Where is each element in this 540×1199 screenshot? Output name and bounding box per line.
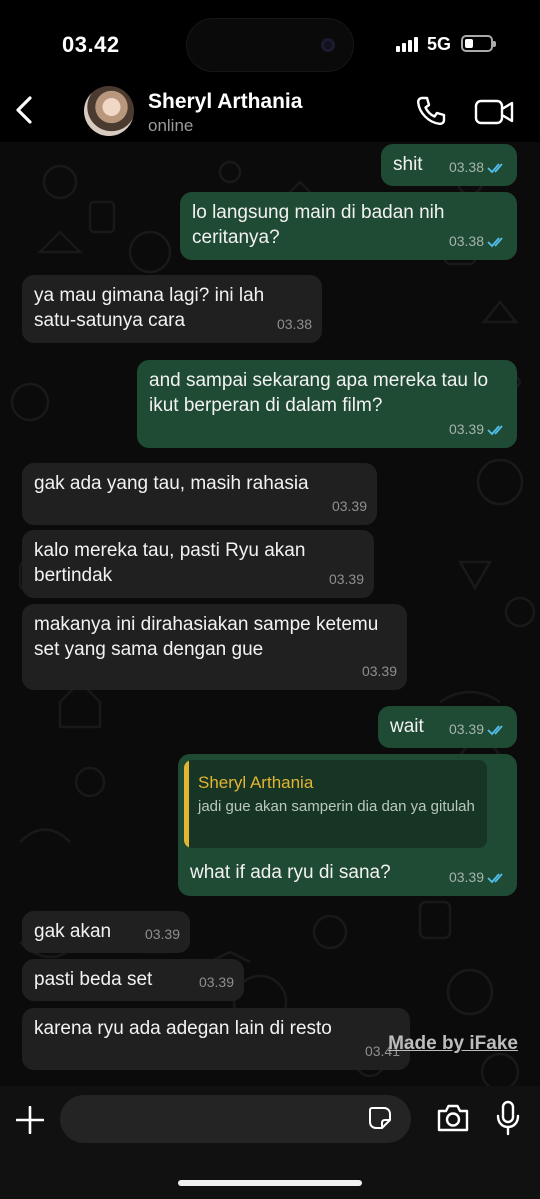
- message-text: ya mau gimana lagi? ini lah satu-satunya…: [34, 285, 265, 331]
- message-meta: 03.38: [277, 312, 312, 337]
- message-time: 03.39: [448, 721, 484, 737]
- camera-icon[interactable]: [436, 1103, 470, 1133]
- quoted-message[interactable]: Sheryl Arthania jadi gue akan samperin d…: [184, 760, 487, 848]
- message-text: karena ryu ada adegan lain di resto: [34, 1018, 332, 1039]
- message-outgoing[interactable]: wait 03.39: [378, 706, 517, 748]
- message-text: lo langsung main di badan nih ceritanya?: [192, 202, 445, 248]
- message-time: 03.38: [448, 233, 484, 249]
- message-meta: 03.39: [145, 922, 180, 947]
- read-receipt-icon: [487, 424, 503, 435]
- message-outgoing[interactable]: lo langsung main di badan nih ceritanya?…: [180, 192, 517, 260]
- message-time: 03.39: [328, 571, 364, 587]
- message-text: kalo mereka tau, pasti Ryu akan bertinda…: [34, 540, 306, 586]
- message-incoming[interactable]: gak akan 03.39: [22, 911, 190, 953]
- quoted-text: jadi gue akan samperin dia dan ya gitula…: [198, 798, 475, 815]
- message-outgoing-with-reply[interactable]: Sheryl Arthania jadi gue akan samperin d…: [178, 754, 517, 896]
- message-text: shit: [393, 154, 423, 175]
- message-meta: 03.39: [329, 567, 364, 592]
- message-meta: 03.39: [362, 659, 397, 684]
- read-receipt-icon: [487, 236, 503, 247]
- home-indicator[interactable]: [178, 1180, 362, 1186]
- message-meta: 03.39: [449, 865, 507, 890]
- back-chevron-icon[interactable]: [10, 92, 40, 128]
- message-text: wait: [390, 716, 424, 737]
- message-text: what if ada ryu di sana?: [190, 862, 391, 883]
- contact-avatar[interactable]: [84, 86, 134, 136]
- message-text: makanya ini dirahasiakan sampe ketemu se…: [34, 614, 379, 660]
- message-incoming[interactable]: pasti beda set 03.39: [22, 959, 244, 1001]
- front-camera-icon: [321, 38, 335, 52]
- phone-icon[interactable]: [414, 94, 448, 128]
- quote-accent-bar: [184, 760, 189, 848]
- message-text: gak ada yang tau, masih rahasia: [34, 473, 309, 494]
- message-outgoing[interactable]: and sampai sekarang apa mereka tau lo ik…: [137, 360, 517, 448]
- message-time: 03.39: [198, 974, 234, 990]
- message-time: 03.39: [361, 663, 397, 679]
- message-input[interactable]: [60, 1095, 411, 1143]
- message-meta: 03.39: [199, 970, 234, 995]
- message-meta: 03.38: [449, 155, 507, 180]
- message-incoming[interactable]: makanya ini dirahasiakan sampe ketemu se…: [22, 604, 407, 690]
- watermark: Made by iFake: [388, 1033, 518, 1054]
- contact-name[interactable]: Sheryl Arthania: [148, 90, 302, 114]
- message-meta: 03.39: [449, 717, 507, 742]
- chat-header: Sheryl Arthania online: [0, 80, 540, 142]
- message-incoming[interactable]: kalo mereka tau, pasti Ryu akan bertinda…: [22, 530, 374, 598]
- read-receipt-icon: [487, 872, 503, 883]
- message-text: and sampai sekarang apa mereka tau lo ik…: [149, 370, 489, 416]
- dynamic-island: [186, 18, 354, 72]
- signal-strength-icon: [396, 36, 422, 52]
- message-text: pasti beda set: [34, 969, 153, 990]
- message-outgoing[interactable]: shit 03.38: [381, 144, 517, 186]
- message-meta: 03.39: [332, 494, 367, 519]
- message-incoming[interactable]: ya mau gimana lagi? ini lah satu-satunya…: [22, 275, 322, 343]
- microphone-icon[interactable]: [496, 1100, 520, 1136]
- message-time: 03.38: [276, 316, 312, 332]
- message-meta: 03.38: [449, 229, 507, 254]
- message-meta: 03.39: [449, 417, 507, 442]
- message-time: 03.39: [144, 926, 180, 942]
- network-type: 5G: [427, 34, 452, 54]
- message-time: 03.38: [448, 159, 484, 175]
- status-time: 03.42: [62, 32, 120, 57]
- read-receipt-icon: [487, 162, 503, 173]
- message-time: 03.39: [448, 421, 484, 437]
- message-incoming[interactable]: karena ryu ada adegan lain di resto 03.4…: [22, 1008, 410, 1070]
- sticker-icon[interactable]: [368, 1106, 392, 1130]
- battery-icon: [461, 35, 496, 52]
- message-text: gak akan: [34, 921, 112, 942]
- read-receipt-icon: [487, 724, 503, 735]
- message-incoming[interactable]: gak ada yang tau, masih rahasia 03.39: [22, 463, 377, 525]
- status-bar: 03.42 5G: [0, 0, 540, 88]
- message-time: 03.39: [448, 869, 484, 885]
- contact-status: online: [148, 116, 194, 135]
- plus-icon[interactable]: [16, 1106, 44, 1134]
- video-call-icon[interactable]: [474, 98, 514, 126]
- message-time: 03.39: [331, 498, 367, 514]
- quoted-sender-name: Sheryl Arthania: [198, 773, 314, 792]
